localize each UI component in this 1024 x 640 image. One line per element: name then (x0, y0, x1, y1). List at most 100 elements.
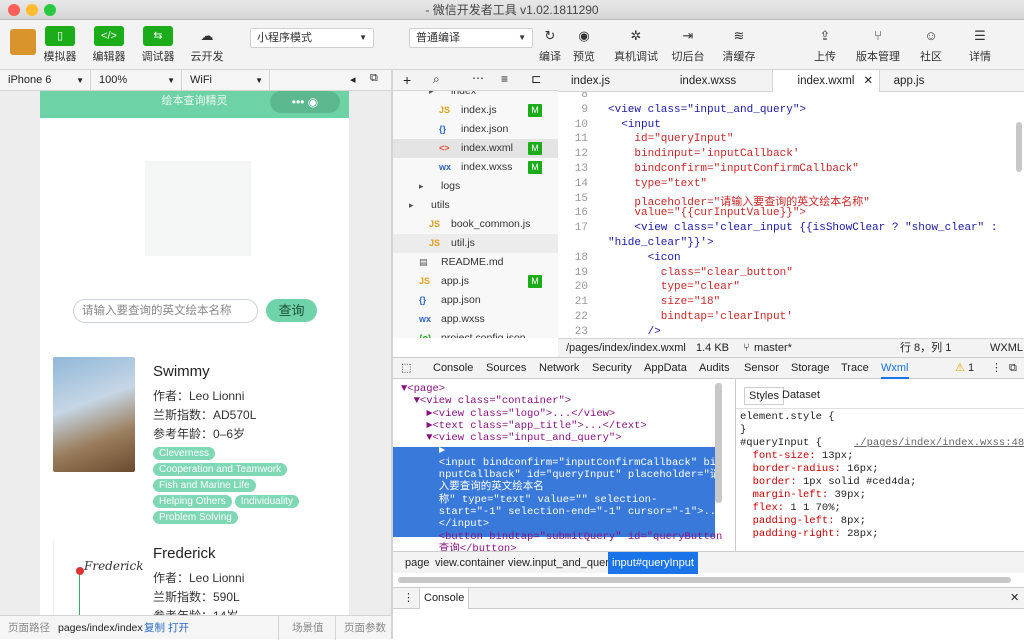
style-value[interactable]: 1px solid #ced4da; (797, 476, 916, 489)
file-tree-item[interactable]: {o} project.config.json (393, 329, 558, 338)
book-item[interactable]: Swimmy 作者：Leo Lionni 兰斯指数：AD570L 参考年龄：0–… (40, 357, 349, 527)
scene-label[interactable]: 场景值 (278, 616, 324, 640)
style-rule[interactable]: element.style { (740, 411, 835, 424)
style-value[interactable]: 1 1 70%; (784, 502, 840, 515)
upload-button[interactable]: ⇪ 上传 (810, 26, 840, 64)
search-input[interactable]: 请输入要查询的英文绘本名称 (73, 299, 258, 323)
style-value[interactable]: 8px; (835, 515, 866, 528)
menu-capsule[interactable]: ••• ◉ (270, 91, 340, 113)
tag-chip[interactable]: Cooperation and Teamwork (153, 463, 288, 476)
tag-chip[interactable]: Fish and Marine Life (153, 479, 256, 492)
tab-index-wxss[interactable]: index.wxss (658, 70, 758, 92)
dom-node[interactable]: <input bindconfirm="inputConfirmCallback… (401, 457, 733, 470)
crumb-page[interactable]: page (401, 552, 433, 574)
volume-icon[interactable]: ◂ (350, 73, 356, 86)
copy-link[interactable]: 复制 (144, 616, 165, 640)
file-tree-item[interactable]: ▸ utils (393, 196, 558, 215)
crumb-query-input[interactable]: input#queryInput (608, 552, 698, 574)
tab-network[interactable]: Network (539, 358, 579, 379)
tag-chip[interactable]: Individuality (234, 495, 299, 508)
git-branch[interactable]: master* (754, 339, 792, 357)
close-window-icon[interactable] (8, 4, 20, 16)
file-tree-item[interactable]: JS book_common.js (393, 215, 558, 234)
tab-trace[interactable]: Trace (841, 358, 869, 379)
dom-node[interactable]: ▼<page> (401, 383, 445, 396)
file-tree-item[interactable]: wx index.wxss M (393, 158, 558, 177)
file-tree-item[interactable]: <> index.wxml M (393, 139, 558, 158)
close-icon[interactable]: ✕ (1010, 588, 1019, 609)
style-rule[interactable]: border-radius: (740, 463, 841, 476)
style-value[interactable]: 13px; (816, 450, 854, 463)
style-rule[interactable]: padding-right: (740, 528, 841, 541)
avatar[interactable] (10, 29, 36, 55)
tab-security[interactable]: Security (592, 358, 632, 379)
code-editor[interactable]: 8 9 <view class="input_and_query"> 10 <inpu… (558, 92, 1024, 338)
inspect-icon[interactable]: ⬚ (401, 358, 411, 379)
tab-app-js[interactable]: app.js (880, 70, 938, 92)
console-tab[interactable]: Console (419, 588, 470, 609)
tab-sources[interactable]: Sources (486, 358, 526, 379)
style-rule[interactable]: } (740, 424, 746, 437)
tab-storage[interactable]: Storage (791, 358, 830, 379)
compile-button[interactable]: ↻ 编译 (535, 26, 565, 64)
dom-node[interactable]: <button bindtap="submitQuery" id="queryB… (401, 531, 723, 544)
file-tree-item[interactable]: wx app.wxss (393, 310, 558, 329)
tag-chip[interactable]: Helping Others (153, 495, 232, 508)
preview-button[interactable]: ◉ 预览 (569, 26, 599, 64)
query-button[interactable]: 查询 (266, 299, 317, 322)
tab-index-wxml[interactable]: index.wxml ✕ (772, 70, 880, 93)
dom-node[interactable]: 查询</button> (401, 543, 517, 551)
more-icon[interactable]: ⋮ (991, 358, 1002, 379)
background-button[interactable]: ⇥ 切后台 (670, 26, 706, 64)
style-value[interactable]: 28px; (841, 528, 879, 541)
tab-styles[interactable]: Styles (744, 387, 784, 405)
collapse-icon[interactable]: ⊏ (531, 72, 541, 86)
style-rule[interactable]: margin-left: (740, 489, 829, 502)
tab-index-js[interactable]: index.js (558, 70, 623, 92)
wxml-tree[interactable]: ▼<page> ▼<view class="container"> ►<view… (393, 379, 733, 551)
file-tree-item[interactable]: ▤ README.md (393, 253, 558, 272)
style-value[interactable]: ./pages/index/index.wxss:48 (854, 437, 1024, 450)
language-mode[interactable]: WXML (990, 339, 1023, 357)
tab-sensor[interactable]: Sensor (744, 358, 779, 379)
search-icon[interactable]: ⌕ (433, 72, 440, 87)
mode-select[interactable]: 小程序模式 ▼ (250, 28, 374, 48)
dom-node[interactable]: ►<view class="logo">...</view> (401, 408, 615, 421)
dom-scrollbar[interactable] (715, 383, 722, 503)
close-icon[interactable]: ✕ (863, 70, 873, 92)
editor-button[interactable]: </> 编辑器 (89, 26, 129, 64)
dom-node[interactable]: 称" type="text" value="" selection- (401, 494, 657, 507)
editor-scrollbar[interactable] (1016, 122, 1022, 172)
popout-icon[interactable]: ⧉ (370, 72, 378, 85)
dom-node[interactable]: ►<text class="app_title">...</text> (401, 420, 647, 433)
crumb-input-and-query[interactable]: view.input_and_query (504, 552, 618, 574)
more-icon[interactable]: ⋯ (472, 71, 484, 85)
style-rule[interactable]: border: (740, 476, 797, 489)
file-tree-item[interactable]: ▸ index (393, 91, 558, 101)
zoom-window-icon[interactable] (44, 4, 56, 16)
file-tree-item[interactable]: ▸ logs (393, 177, 558, 196)
tab-dataset[interactable]: Dataset (782, 389, 820, 401)
real-debug-button[interactable]: ✲ 真机调试 (613, 26, 659, 64)
popout-icon[interactable]: ⧉ (1009, 358, 1017, 379)
more-icon[interactable]: ⋮ (403, 588, 414, 609)
network-select[interactable]: WiFi ▼ (182, 70, 270, 91)
compile-mode-select[interactable]: 普通编译 ▼ (409, 28, 533, 48)
style-rule[interactable]: #queryInput { (740, 437, 822, 450)
device-select[interactable]: iPhone 6 ▼ (0, 70, 91, 91)
style-rule[interactable]: font-size: (740, 450, 816, 463)
open-link[interactable]: 打开 (168, 616, 189, 640)
sort-icon[interactable]: ≡ (501, 72, 508, 86)
clear-cache-button[interactable]: ≋ 清缓存 (721, 26, 757, 64)
minimize-window-icon[interactable] (26, 4, 38, 16)
tab-appdata[interactable]: AppData (644, 358, 687, 379)
tab-wxml[interactable]: Wxml (881, 358, 909, 379)
tag-chip[interactable]: Problem Solving (153, 511, 238, 524)
details-button[interactable]: ☰ 详情 (965, 26, 995, 64)
console-output[interactable] (393, 609, 1024, 639)
file-tree-item[interactable]: JS util.js (393, 234, 558, 253)
horizontal-scrollbar[interactable] (398, 577, 1011, 583)
file-tree-item[interactable]: JS app.js M (393, 272, 558, 291)
dom-node[interactable]: ▼<view class="container"> (401, 395, 572, 408)
zoom-select[interactable]: 100% ▼ (91, 70, 182, 91)
